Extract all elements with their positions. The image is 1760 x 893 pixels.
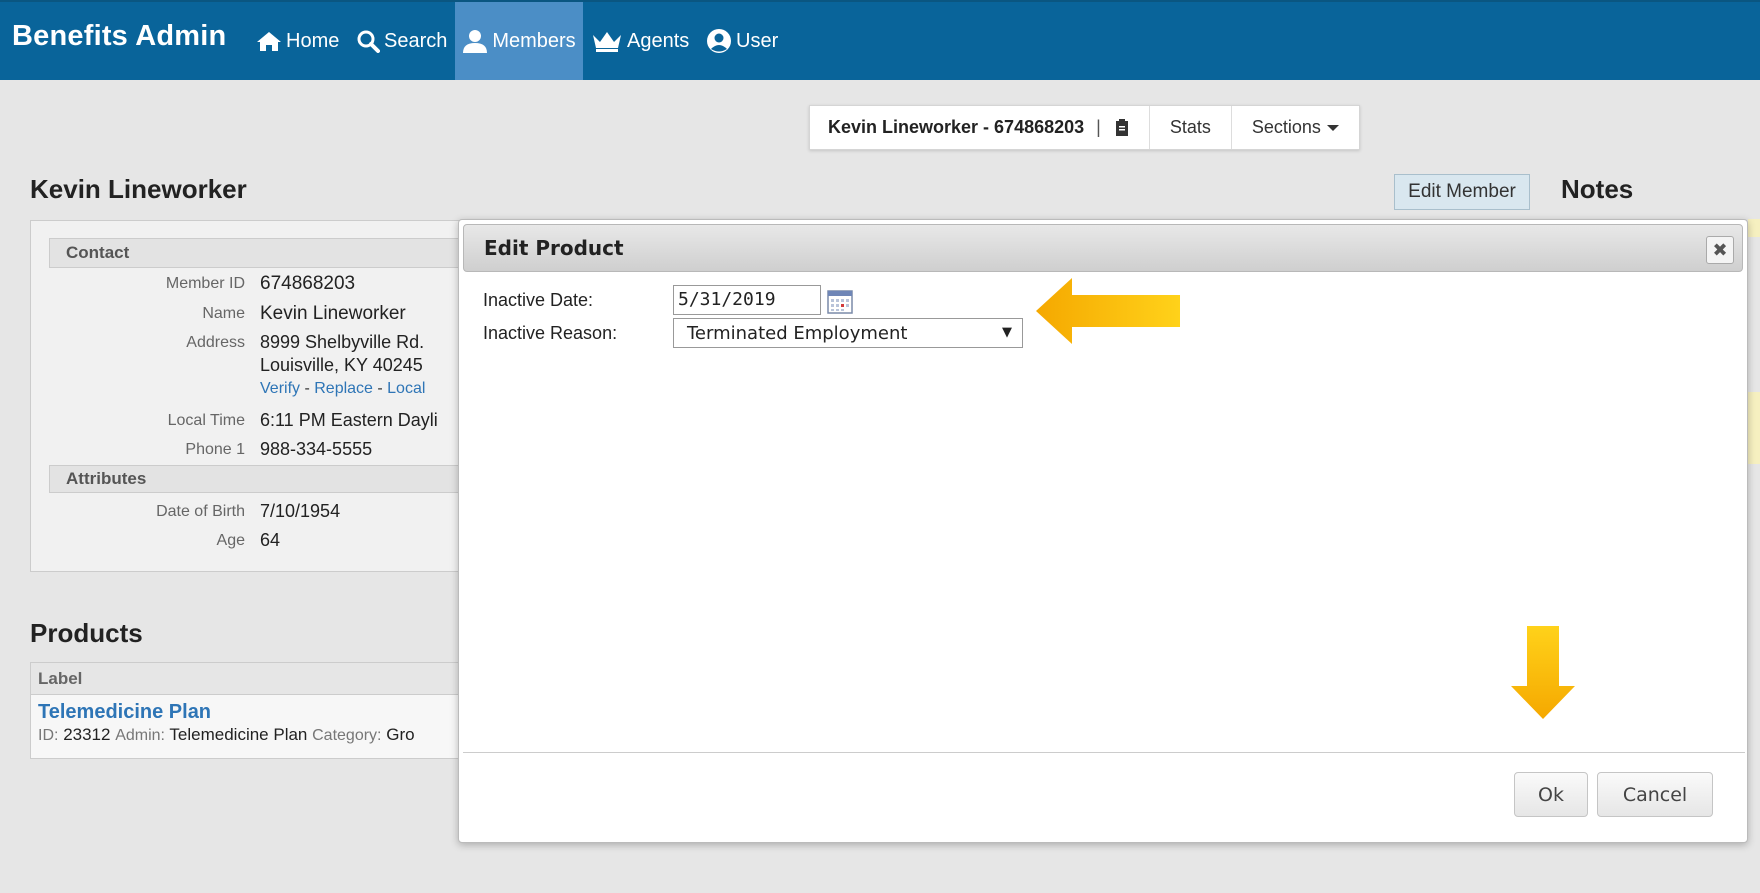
nav-agents-label: Agents <box>627 29 690 52</box>
dob-value: 7/10/1954 <box>260 501 341 521</box>
nav-search-label: Search <box>384 29 448 52</box>
note-strip <box>1748 219 1760 237</box>
user-icon <box>463 30 488 53</box>
app-brand[interactable]: Benefits Admin <box>12 20 226 53</box>
sections-label: Sections <box>1251 117 1321 137</box>
local-link[interactable]: Local <box>387 380 425 397</box>
dialog-footer-divider <box>463 752 1745 753</box>
inactive-reason-label: Inactive Reason: <box>483 323 618 343</box>
inactive-date-value: 5/31/2019 <box>678 289 776 310</box>
name-label: Name <box>202 305 245 322</box>
verify-link[interactable]: Verify <box>260 380 300 397</box>
inactive-date-input[interactable]: 5/31/2019 <box>673 285 821 315</box>
search-icon <box>357 30 380 53</box>
age-value: 64 <box>260 530 281 550</box>
contact-section-header: Contact <box>49 238 463 268</box>
address-links: Verify - Replace - Local <box>260 380 426 397</box>
toolbar-separator: | <box>1096 117 1101 137</box>
sections-dropdown[interactable]: Sections <box>1232 106 1359 149</box>
user-circle-icon <box>707 29 731 53</box>
cancel-button[interactable]: Cancel <box>1597 772 1713 817</box>
ok-button[interactable]: Ok <box>1514 772 1588 817</box>
crown-icon <box>593 32 621 52</box>
phone-value: 988-334-5555 <box>260 439 373 459</box>
products-table: Label Telemedicine Plan ID: 23312 Admin:… <box>30 662 462 759</box>
dob-label: Date of Birth <box>156 503 245 520</box>
member-id-value: 674868203 <box>260 273 356 294</box>
name-value: Kevin Lineworker <box>260 303 406 324</box>
replace-link[interactable]: Replace <box>314 380 373 397</box>
nav-home-label: Home <box>286 29 340 52</box>
notes-title: Notes <box>1561 174 1634 204</box>
address-line2: Louisville, KY 40245 <box>260 355 423 375</box>
note-strip <box>1748 392 1760 464</box>
local-time-value: 6:11 PM Eastern Dayli <box>260 410 438 430</box>
arrow-left-icon <box>1036 278 1180 344</box>
nav-members[interactable]: Members <box>455 2 583 80</box>
inactive-reason-select[interactable]: Terminated Employment ▼ <box>673 318 1023 348</box>
edit-member-button[interactable]: Edit Member <box>1394 174 1530 210</box>
phone-label: Phone 1 <box>185 441 245 458</box>
nav-agents[interactable]: Agents <box>585 2 695 80</box>
arrow-down-icon <box>1511 626 1575 719</box>
nav-search[interactable]: Search <box>350 2 453 80</box>
inactive-date-label: Inactive Date: <box>483 290 594 310</box>
inactive-reason-value: Terminated Employment <box>687 322 908 344</box>
stats-label: Stats <box>1169 117 1211 137</box>
member-name-id: Kevin Lineworker - 674868203 <box>828 117 1085 137</box>
clipboard-icon[interactable] <box>1113 118 1131 138</box>
local-time-label: Local Time <box>167 412 245 429</box>
member-toolbar: Kevin Lineworker - 674868203 | Stats Sec… <box>809 105 1360 150</box>
address-line1: 8999 Shelbyville Rd. <box>260 332 425 352</box>
stats-button[interactable]: Stats <box>1150 106 1232 149</box>
home-icon <box>257 32 281 51</box>
contact-panel: Contact Member ID 674868203 Name Kevin L… <box>30 220 463 572</box>
page-title: Kevin Lineworker <box>30 174 247 204</box>
product-meta: ID: 23312 Admin: Telemedicine Plan Categ… <box>38 725 415 744</box>
member-id-label: Member ID <box>165 275 245 292</box>
attributes-section-header: Attributes <box>49 465 463 493</box>
caret-down-icon <box>1326 124 1339 131</box>
nav-home[interactable]: Home <box>250 2 345 80</box>
close-icon[interactable]: ✖ <box>1706 236 1734 264</box>
nav-members-label: Members <box>492 29 576 52</box>
dialog-header[interactable]: Edit Product ✖ <box>463 224 1743 272</box>
top-navbar: Benefits Admin Home Search Members Agent… <box>0 0 1760 80</box>
nav-user[interactable]: User <box>700 2 784 80</box>
product-link[interactable]: Telemedicine Plan <box>38 701 211 724</box>
calendar-icon[interactable] <box>827 290 853 314</box>
products-column-label[interactable]: Label <box>31 663 461 695</box>
member-toolbar-title: Kevin Lineworker - 674868203 | <box>810 106 1150 149</box>
nav-user-label: User <box>736 29 779 52</box>
dialog-title: Edit Product <box>484 236 624 260</box>
dropdown-arrow-icon: ▼ <box>1002 325 1012 340</box>
age-label: Age <box>216 532 245 549</box>
products-title: Products <box>30 618 143 648</box>
address-label: Address <box>186 334 245 351</box>
